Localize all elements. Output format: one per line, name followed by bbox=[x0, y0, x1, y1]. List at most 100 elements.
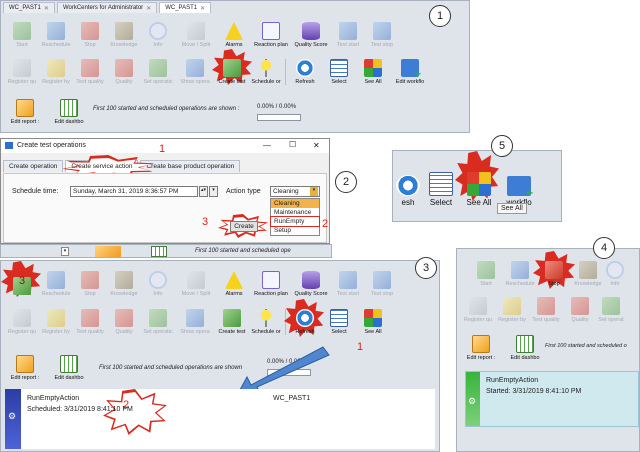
coins-icon bbox=[503, 297, 521, 315]
stop-button[interactable]: Stop bbox=[73, 265, 107, 297]
see-all-button[interactable]: See All bbox=[356, 303, 390, 335]
quality-button[interactable]: Quality bbox=[107, 53, 141, 85]
test-stop-button[interactable]: Test stop bbox=[365, 16, 399, 48]
move-split-button[interactable]: Move / Split bbox=[175, 16, 217, 48]
register-by-button[interactable]: Register by bbox=[39, 303, 73, 335]
edit-dashboard-button[interactable]: Edit dashbo bbox=[49, 349, 89, 381]
refresh-button[interactable]: esh bbox=[393, 175, 423, 207]
calendar-dropdown-button[interactable]: ▾ bbox=[209, 186, 218, 197]
close-icon[interactable]: ✕ bbox=[313, 141, 320, 150]
knowledge-button[interactable]: Knowledge bbox=[107, 265, 141, 297]
schedule-time-field[interactable]: Sunday, March 31, 2019 8:36:57 PM bbox=[70, 186, 198, 197]
test-quality-button[interactable]: Test quality bbox=[529, 291, 563, 323]
quality-button[interactable]: Quality bbox=[107, 303, 141, 335]
close-icon[interactable]: ✕ bbox=[200, 5, 205, 12]
refresh-button[interactable]: Refresh bbox=[284, 299, 324, 337]
move-split-button[interactable]: Move / Split bbox=[175, 265, 217, 297]
alarms-button[interactable]: Alarms bbox=[217, 265, 251, 297]
reaction-plan-button[interactable]: Reaction plan bbox=[251, 16, 291, 48]
edit-workflow-button[interactable]: workflo bbox=[499, 161, 539, 207]
show-operation-button[interactable]: Show opera bbox=[175, 53, 215, 85]
select-button[interactable]: Select bbox=[423, 161, 459, 207]
tab-create-base-product[interactable]: Create base product operation bbox=[140, 160, 241, 172]
pause-icon bbox=[511, 261, 529, 279]
calendar-icon bbox=[330, 309, 348, 327]
option-cleaning[interactable]: Cleaning bbox=[271, 199, 319, 208]
tab-wc-past1-active[interactable]: WC_PAST1 ✕ bbox=[159, 2, 212, 13]
schedule-operation-button[interactable]: Schedule or bbox=[249, 303, 283, 335]
register-qu-button[interactable]: Register qu bbox=[461, 291, 495, 323]
edit-dashboard-button[interactable]: Edit dashbo bbox=[505, 329, 545, 361]
start-button[interactable]: Start bbox=[469, 255, 503, 287]
close-icon[interactable]: ✕ bbox=[146, 5, 151, 12]
knowledge-button[interactable]: Knowledge bbox=[571, 255, 605, 287]
start-button[interactable]: Start bbox=[5, 16, 39, 48]
info-button[interactable]: Info bbox=[141, 265, 175, 297]
see-all-button[interactable]: See All bbox=[455, 151, 499, 207]
test-start-button[interactable]: Test start bbox=[331, 16, 365, 48]
create-test-button[interactable]: Create test bbox=[215, 303, 249, 335]
edit-dashboard-button[interactable]: Edit dashbo bbox=[49, 93, 89, 125]
create-test-dialog: Create test operations — ☐ ✕ Create oper… bbox=[0, 138, 357, 244]
spinner-button[interactable]: ▴▾ bbox=[199, 186, 208, 197]
dashboard-icon bbox=[60, 355, 78, 373]
see-all-button[interactable]: See All bbox=[356, 53, 390, 85]
show-operation-button[interactable]: Show opera bbox=[175, 303, 215, 335]
set-operation-button[interactable]: Set operatic bbox=[141, 53, 175, 85]
alarms-button[interactable]: Alarms bbox=[217, 16, 251, 48]
register-qu-button[interactable]: Register qu bbox=[5, 53, 39, 85]
edit-workflow-button[interactable]: Edit workflo bbox=[390, 53, 430, 85]
quality-score-button[interactable]: Quality Score bbox=[291, 16, 331, 48]
move-icon bbox=[187, 271, 205, 289]
schedule-operation-button[interactable]: Schedule or bbox=[249, 53, 283, 85]
dashboard-icon bbox=[60, 99, 78, 117]
select-button[interactable]: Select bbox=[322, 303, 356, 335]
edit-report-button[interactable]: Edit report : bbox=[461, 329, 501, 361]
action-type-select[interactable]: Cleaning ▾ bbox=[270, 186, 320, 197]
register-by-button[interactable]: Register by bbox=[495, 291, 529, 323]
option-maintenance[interactable]: Maintenance bbox=[271, 208, 319, 217]
test-quality-button[interactable]: Test quality bbox=[73, 53, 107, 85]
operation-card[interactable]: ⚙ RunEmptyAction Scheduled: 3/31/2019 8:… bbox=[5, 389, 435, 449]
maximize-icon[interactable]: ☐ bbox=[289, 140, 296, 149]
register-qu-button[interactable]: Register qu bbox=[5, 303, 39, 335]
reschedule-button[interactable]: Reschedule bbox=[503, 255, 537, 287]
warning-icon bbox=[225, 271, 243, 289]
quality-score-button[interactable]: Quality Score bbox=[291, 265, 331, 297]
create-button[interactable]: Create bbox=[230, 221, 258, 232]
reschedule-button[interactable]: Reschedule bbox=[39, 16, 73, 48]
tab-workcenters[interactable]: WorkCenters for Administrator ✕ bbox=[56, 2, 158, 13]
minimize-icon[interactable]: — bbox=[263, 141, 271, 150]
set-operation-button[interactable]: Set operat bbox=[597, 291, 625, 323]
reaction-plan-button[interactable]: Reaction plan bbox=[251, 265, 291, 297]
option-setup[interactable]: Setup bbox=[271, 226, 319, 235]
test-start-button[interactable]: Test start bbox=[331, 265, 365, 297]
knowledge-button[interactable]: Knowledge bbox=[107, 16, 141, 48]
register-by-button[interactable]: Register by bbox=[39, 53, 73, 85]
select-button[interactable]: Select bbox=[322, 53, 356, 85]
stop-button[interactable]: Stop bbox=[533, 251, 575, 289]
test-stop-button[interactable]: Test stop bbox=[365, 265, 399, 297]
info-button[interactable]: Info bbox=[605, 255, 625, 287]
edit-report-button[interactable]: Edit report : bbox=[5, 93, 45, 125]
tab-create-operation[interactable]: Create operation bbox=[3, 160, 64, 172]
ribbon-icon bbox=[115, 309, 133, 327]
step-badge-3: 3 bbox=[415, 257, 437, 279]
close-icon[interactable]: ✕ bbox=[44, 5, 49, 12]
operation-card[interactable]: ⚙ RunEmptyAction Started: 3/31/2019 8:41… bbox=[465, 371, 639, 427]
info-button[interactable]: Info bbox=[141, 16, 175, 48]
progress-bar bbox=[257, 114, 301, 121]
option-runempty[interactable]: RunEmpty bbox=[270, 216, 320, 227]
set-operation-button[interactable]: Set operatic bbox=[141, 303, 175, 335]
collapse-arrow[interactable]: ▾ bbox=[61, 247, 69, 256]
toolbar-fragment: esh Select See All workflo bbox=[393, 151, 539, 207]
refresh-button[interactable]: Refresh bbox=[288, 53, 322, 85]
stop-button[interactable]: Stop bbox=[73, 16, 107, 48]
tab-wc-past1[interactable]: WC_PAST1 ✕ bbox=[3, 2, 55, 13]
tab-create-service-action[interactable]: Create service action bbox=[62, 155, 155, 179]
reschedule-button[interactable]: Reschedule bbox=[39, 265, 73, 297]
test-quality-button[interactable]: Test quality bbox=[73, 303, 107, 335]
create-test-button[interactable]: Create test bbox=[212, 49, 252, 85]
edit-report-button[interactable]: Edit report : bbox=[5, 349, 45, 381]
quality-button[interactable]: Quality bbox=[563, 291, 597, 323]
